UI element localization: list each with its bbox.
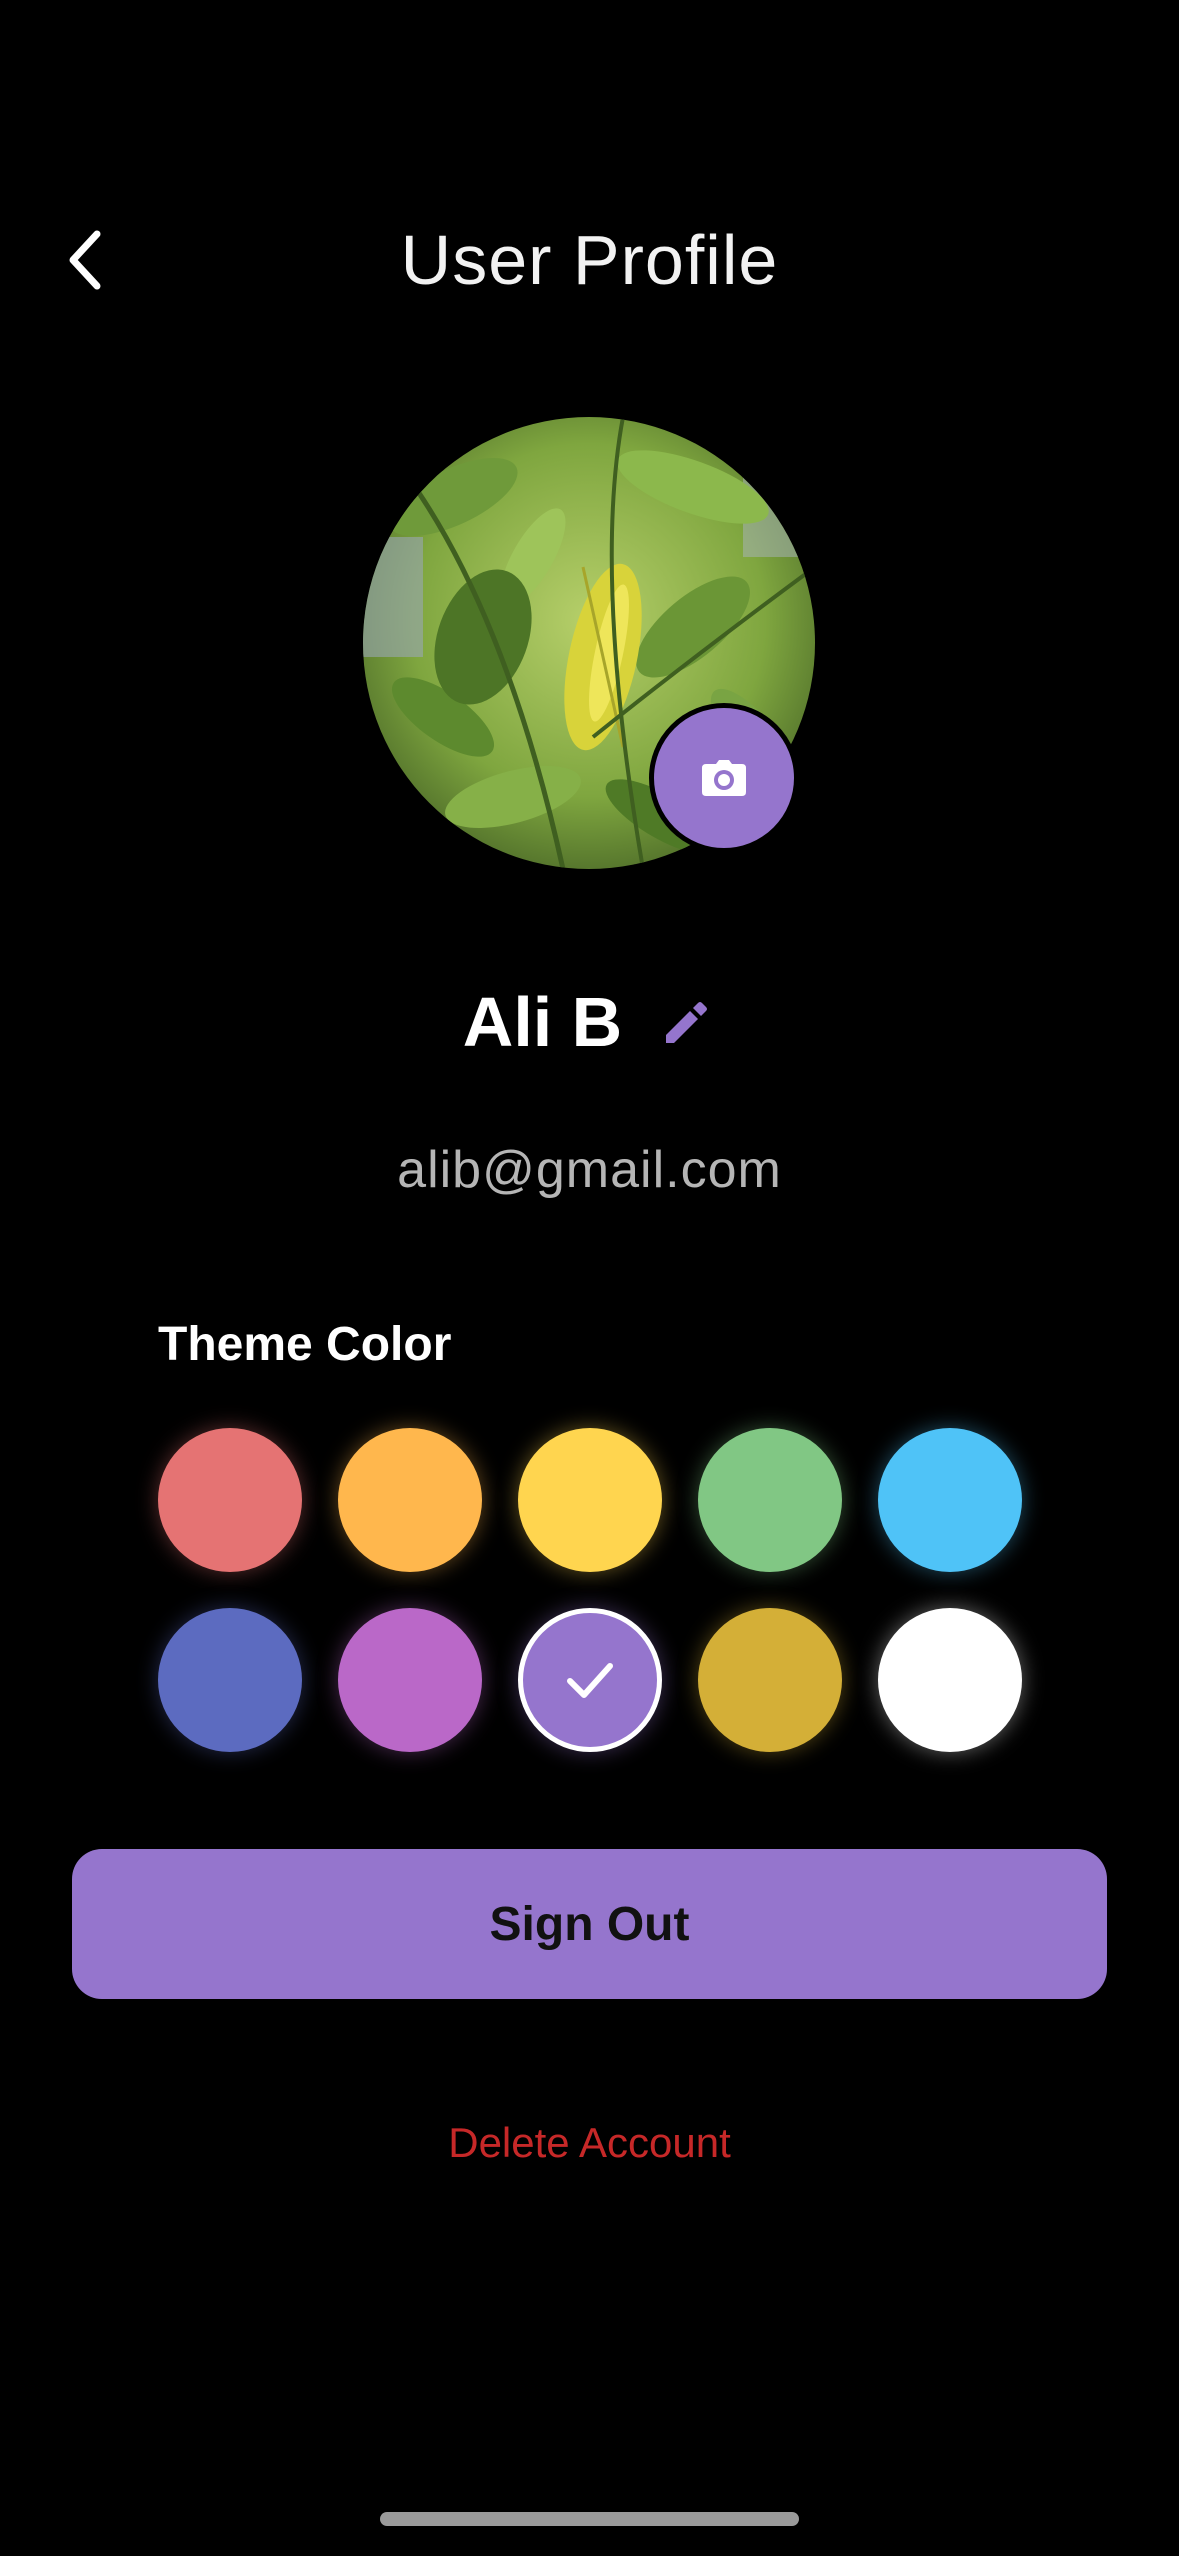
theme-swatch-red[interactable] [158,1428,302,1572]
theme-swatch-white[interactable] [878,1608,1022,1752]
theme-swatch-gold[interactable] [698,1608,842,1752]
change-photo-button[interactable] [649,703,799,853]
sign-out-button[interactable]: Sign Out [72,1849,1107,1999]
theme-swatch-green[interactable] [698,1428,842,1572]
theme-swatch-lavender[interactable] [518,1608,662,1752]
name-row: Ali B [0,975,1179,1070]
page-title: User Profile [400,221,779,299]
theme-color-label: Theme Color [158,1318,452,1371]
theme-swatch-purple[interactable] [338,1608,482,1752]
delete-account-link[interactable]: Delete Account [0,2113,1179,2173]
edit-name-button[interactable] [656,993,716,1053]
pencil-icon [666,1001,708,1043]
theme-swatch-light-blue[interactable] [878,1428,1022,1572]
home-indicator[interactable] [380,2512,799,2526]
camera-icon [702,760,746,796]
theme-swatch-indigo[interactable] [158,1608,302,1752]
theme-swatch-yellow[interactable] [518,1428,662,1572]
check-icon [567,1663,613,1698]
theme-color-grid [158,1428,1022,1752]
theme-swatch-orange[interactable] [338,1428,482,1572]
user-name: Ali B [462,983,623,1061]
sign-out-label: Sign Out [489,1897,690,1951]
user-email: alib@gmail.com [397,1141,782,1199]
